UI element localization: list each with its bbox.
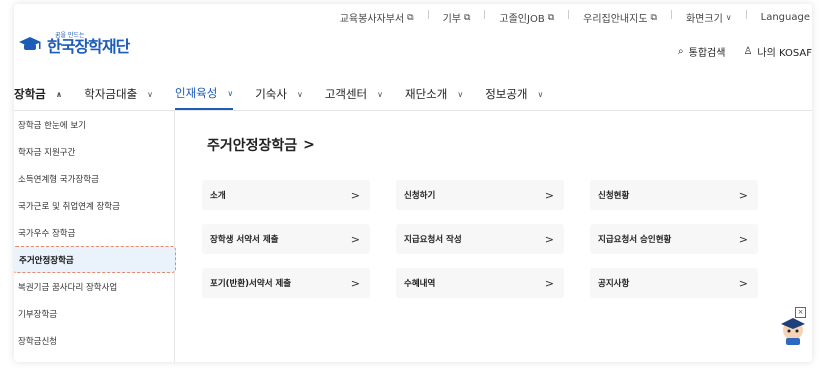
card-notice[interactable]: 공지사항 > bbox=[590, 268, 758, 298]
chevron-right-icon: > bbox=[738, 276, 748, 290]
gnb-item-talent[interactable]: 인재육성 ∨ bbox=[175, 78, 234, 110]
user-icon: ♙ bbox=[743, 46, 753, 57]
my-kosaf-button[interactable]: ♙ 나의 KOSAF bbox=[743, 44, 812, 59]
card-pledge-submit[interactable]: 장학생 서약서 제출 > bbox=[202, 224, 370, 254]
gnb-item-loan[interactable]: 학자금대출 ∨ bbox=[84, 78, 153, 110]
divider bbox=[484, 10, 486, 19]
browser-page: 교육봉사자부서 ⧉ 기부 ⧉ 고졸인JOB ⧉ 우리집안내지도 ⧉ 화면크기 ∨ Lang… bbox=[14, 4, 812, 362]
gnb-item-customer[interactable]: 고객센터 ∨ bbox=[325, 78, 383, 110]
search-icon: ⌕ bbox=[678, 46, 684, 57]
language-button[interactable]: Language bbox=[761, 10, 810, 25]
side-menu-item[interactable]: 국가우수 장학금 bbox=[14, 219, 174, 246]
chevron-down-icon: ∨ bbox=[296, 89, 303, 99]
logo-name: 한국장학재단 bbox=[47, 37, 130, 56]
graduation-cap-icon bbox=[17, 34, 43, 54]
side-menu-item[interactable]: 학자금 지원구간 bbox=[14, 138, 174, 165]
chevron-right-icon: > bbox=[738, 232, 748, 246]
chevron-down-icon: ∨ bbox=[227, 88, 234, 98]
side-menu-item[interactable]: 기부장학금 bbox=[14, 300, 174, 327]
page-title: 주거안정장학금 > bbox=[207, 137, 315, 154]
gnb-item-disclosure[interactable]: 정보공개 ∨ bbox=[485, 78, 543, 110]
card-waiver-submit[interactable]: 포기(반환)서약서 제출 > bbox=[202, 268, 370, 298]
external-link-icon: ⧉ bbox=[463, 12, 471, 23]
chevron-up-icon: ∧ bbox=[55, 89, 63, 99]
side-menu-item[interactable]: 소득연계형 국가장학금 bbox=[14, 165, 174, 192]
card-payment-request[interactable]: 지급요청서 작성 > bbox=[396, 224, 564, 254]
utility-links: 교육봉사자부서 ⧉ 기부 ⧉ 고졸인JOB ⧉ 우리집안내지도 ⧉ 화면크기 ∨ Lang… bbox=[340, 10, 810, 25]
main-navigation: 장학금 ∧ 학자금대출 ∨ 인재육성 ∨ 기숙사 ∨ 고객센터 ∨ 재단소개 ∨ 정보공개 ∨ bbox=[14, 78, 812, 111]
chevron-down-icon: ∨ bbox=[377, 89, 383, 99]
chevron-right-icon: > bbox=[544, 188, 554, 202]
card-benefit-history[interactable]: 수혜내역 > bbox=[396, 268, 564, 298]
side-menu: 장학금 한눈에 보기 학자금 지원구간 소득연계형 국가장학금 국가근로 및 취… bbox=[14, 111, 176, 362]
chevron-right-icon: > bbox=[738, 188, 748, 202]
divider bbox=[670, 10, 672, 19]
divider bbox=[427, 10, 429, 19]
header-actions: ⌕ 통합검색 ♙ 나의 KOSAF bbox=[678, 44, 812, 59]
chevron-down-icon: ∨ bbox=[725, 13, 732, 22]
chevron-right-icon: > bbox=[544, 276, 554, 290]
card-apply-status[interactable]: 신청현황 > bbox=[590, 180, 758, 210]
chevron-right-icon: > bbox=[350, 188, 360, 202]
card-payment-approval[interactable]: 지급요청서 승인현황 > bbox=[590, 224, 758, 254]
divider bbox=[568, 10, 570, 19]
top-link-donation[interactable]: 기부 ⧉ bbox=[443, 10, 471, 26]
site-logo[interactable]: 꿈을 만드는 한국장학재단 bbox=[17, 33, 130, 56]
divider bbox=[745, 10, 747, 19]
chevron-right-icon: > bbox=[303, 137, 315, 153]
chevron-down-icon: ∨ bbox=[537, 89, 544, 99]
gnb-item-dorm[interactable]: 기숙사 ∨ bbox=[255, 78, 303, 110]
chevron-down-icon: ∨ bbox=[147, 89, 154, 99]
side-menu-item[interactable]: 복권기금 꿈사다리 장학사업 bbox=[14, 273, 174, 300]
side-menu-item[interactable]: 장학금신청 bbox=[14, 327, 174, 354]
chatbot-mascot-icon[interactable] bbox=[778, 316, 808, 346]
side-menu-item[interactable]: 국가근로 및 취업연계 장학금 bbox=[14, 192, 174, 219]
external-link-icon: ⧉ bbox=[547, 12, 555, 23]
gnb-item-scholarship[interactable]: 장학금 ∧ bbox=[14, 78, 62, 110]
chevron-right-icon: > bbox=[350, 276, 360, 290]
top-link-volunteer[interactable]: 교육봉사자부서 ⧉ bbox=[340, 10, 414, 26]
integrated-search-button[interactable]: ⌕ 통합검색 bbox=[678, 44, 725, 59]
menu-card-grid: 소개 > 신청하기 > 신청현황 > 장학생 서약서 제출 > 지급요청서 작성 > 지급… bbox=[202, 180, 758, 298]
top-link-house-map[interactable]: 우리집안내지도 ⧉ bbox=[583, 10, 657, 26]
top-link-job[interactable]: 고졸인JOB ⧉ bbox=[499, 10, 555, 26]
external-link-icon: ⧉ bbox=[650, 12, 657, 23]
side-menu-item-selected[interactable]: 주거안정장학금 bbox=[14, 246, 176, 273]
chevron-right-icon: > bbox=[350, 232, 360, 246]
screen-size-button[interactable]: 화면크기 ∨ bbox=[686, 10, 732, 25]
card-intro[interactable]: 소개 > bbox=[202, 180, 370, 210]
external-link-icon: ⧉ bbox=[407, 12, 414, 23]
chevron-right-icon: > bbox=[544, 232, 554, 246]
chevron-down-icon: ∨ bbox=[457, 89, 464, 99]
side-menu-item[interactable]: 장학금 한눈에 보기 bbox=[14, 111, 174, 138]
gnb-item-about[interactable]: 재단소개 ∨ bbox=[405, 78, 463, 110]
card-apply[interactable]: 신청하기 > bbox=[396, 180, 564, 210]
